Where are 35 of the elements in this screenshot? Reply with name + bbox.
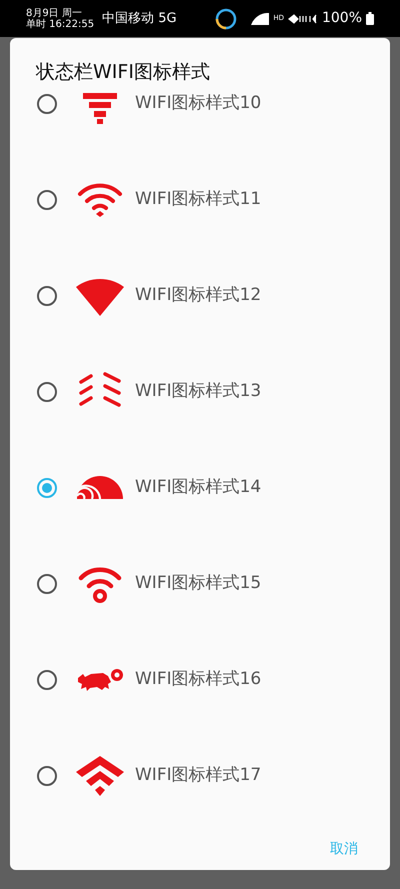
radio-button[interactable] bbox=[37, 766, 57, 786]
radio-button[interactable] bbox=[37, 286, 57, 306]
radio-button[interactable] bbox=[37, 190, 57, 210]
wifi-arcs-icon bbox=[76, 475, 124, 500]
option-label: WIFI图标样式13 bbox=[135, 380, 262, 403]
option-label: WIFI图标样式17 bbox=[135, 764, 262, 787]
option-row[interactable]: WIFI图标样式16 bbox=[10, 632, 390, 728]
radio-button[interactable] bbox=[37, 382, 57, 402]
option-row[interactable]: WIFI图标样式12 bbox=[10, 248, 390, 344]
status-time: 单时 16:22:55 bbox=[26, 18, 94, 30]
wifi-status-icon bbox=[251, 12, 270, 24]
notification-icons bbox=[288, 14, 318, 24]
carrier-label: 中国移动 5G bbox=[102, 10, 177, 28]
option-label: WIFI图标样式12 bbox=[135, 284, 262, 307]
option-row[interactable]: WIFI图标样式17 bbox=[10, 728, 390, 824]
radio-button[interactable] bbox=[37, 478, 57, 498]
status-date: 8月9日 周一 bbox=[26, 8, 83, 18]
radio-button[interactable] bbox=[37, 94, 57, 114]
option-row[interactable]: WIFI图标样式10 bbox=[10, 92, 390, 152]
option-row[interactable]: WIFI图标样式13 bbox=[10, 344, 390, 440]
option-label: WIFI图标样式11 bbox=[135, 188, 262, 211]
radio-button[interactable] bbox=[37, 670, 57, 690]
dialog-title: 状态栏WIFI图标样式 bbox=[34, 60, 211, 85]
option-label: WIFI图标样式14 bbox=[135, 476, 262, 499]
option-row[interactable]: WIFI图标样式14 bbox=[10, 440, 390, 536]
option-row[interactable]: WIFI图标样式11 bbox=[10, 152, 390, 248]
layered-chevron-icon bbox=[75, 754, 125, 798]
option-label: WIFI图标样式10 bbox=[135, 92, 262, 115]
battery-percent: 100% bbox=[322, 9, 362, 28]
battery-icon bbox=[366, 12, 374, 25]
option-label: WIFI图标样式16 bbox=[135, 668, 262, 691]
option-label: WIFI图标样式15 bbox=[135, 572, 262, 595]
radio-button[interactable] bbox=[37, 574, 57, 594]
ring-icon bbox=[214, 8, 237, 30]
option-row[interactable]: WIFI图标样式15 bbox=[10, 536, 390, 632]
